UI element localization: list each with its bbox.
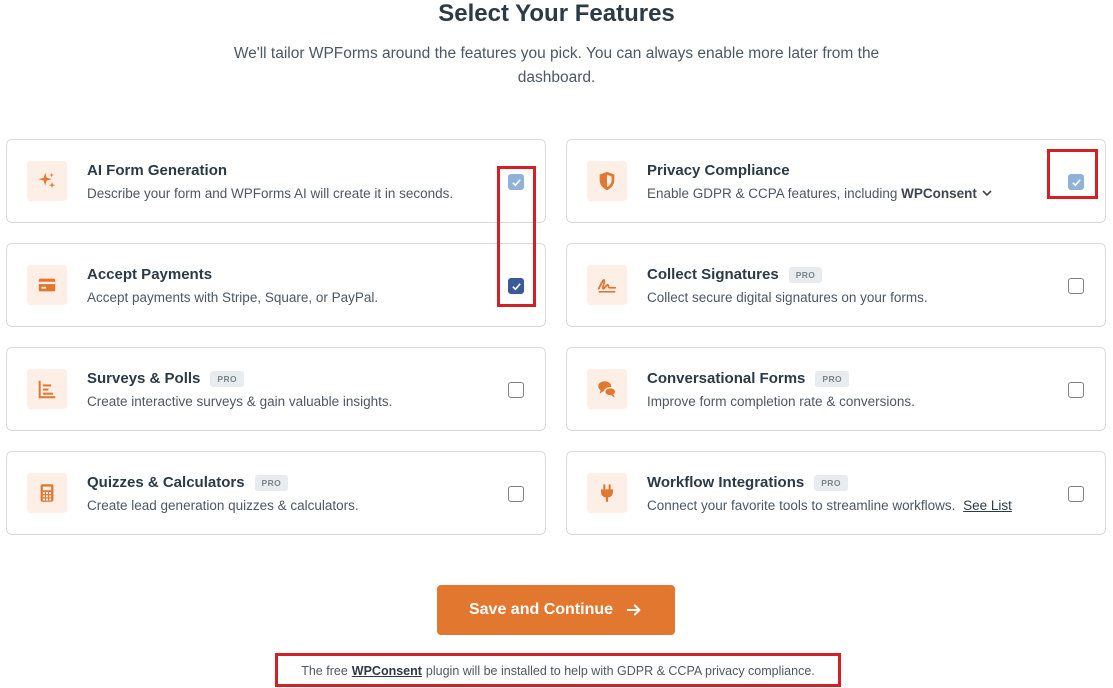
save-and-continue-button[interactable]: Save and Continue (437, 585, 675, 635)
feature-checkbox[interactable] (508, 278, 524, 294)
feature-description-text: Enable GDPR & CCPA features, including (647, 186, 898, 201)
feature-description: Collect secure digital signatures on you… (647, 290, 928, 305)
feature-description: Enable GDPR & CCPA features, including W… (647, 185, 993, 202)
feature-description: Create interactive surveys & gain valuab… (87, 394, 393, 409)
feature-title-text: Workflow Integrations (647, 474, 805, 491)
chat-icon (587, 369, 627, 409)
feature-description: Accept payments with Stripe, Square, or … (87, 290, 379, 305)
feature-checkbox[interactable] (1068, 278, 1084, 294)
check-icon (511, 282, 521, 290)
feature-title: AI Form Generation (87, 162, 228, 179)
feature-card-ai-form-generation[interactable]: AI Form Generation Describe your form an… (6, 139, 546, 223)
pro-badge: PRO (788, 267, 823, 283)
feature-card-quizzes-calculators[interactable]: Quizzes & Calculators PRO Create lead ge… (6, 451, 546, 535)
feature-title: Privacy Compliance (647, 162, 790, 179)
save-and-continue-label: Save and Continue (468, 601, 614, 618)
page-title: Select Your Features (438, 0, 675, 27)
feature-title-text: Collect Signatures (647, 266, 779, 283)
footnote-prefix: The free (301, 664, 348, 678)
feature-description: Describe your form and WPForms AI will c… (87, 186, 454, 201)
feature-card-workflow-integrations[interactable]: Workflow Integrations PRO Connect your f… (566, 451, 1106, 535)
arrow-right-icon (626, 604, 641, 616)
pro-badge: PRO (254, 475, 289, 491)
feature-card-surveys-polls[interactable]: Surveys & Polls PRO Create interactive s… (6, 347, 546, 431)
feature-title: Workflow Integrations PRO (647, 474, 848, 492)
feature-description: Connect your favorite tools to streamlin… (647, 497, 1012, 514)
calculator-icon (27, 473, 67, 513)
feature-card-collect-signatures[interactable]: Collect Signatures PRO Collect secure di… (566, 243, 1106, 327)
chart-icon (27, 369, 67, 409)
chevron-down-icon[interactable] (981, 187, 993, 199)
wpconsent-link[interactable]: WPConsent (352, 664, 422, 678)
feature-checkbox[interactable] (508, 486, 524, 502)
pro-badge: PRO (210, 371, 245, 387)
feature-card-accept-payments[interactable]: Accept Payments Accept payments with Str… (6, 243, 546, 327)
see-list-link[interactable]: See List (963, 498, 1012, 513)
footnote: The free WPConsent plugin will be instal… (277, 656, 839, 686)
feature-title: Collect Signatures PRO (647, 266, 823, 284)
signature-icon (587, 265, 627, 305)
feature-title: Conversational Forms PRO (647, 370, 849, 388)
credit-card-icon (27, 265, 67, 305)
feature-title-text: Quizzes & Calculators (87, 474, 245, 491)
page-subtitle: We'll tailor WPForms around the features… (233, 45, 880, 86)
feature-description: Create lead generation quizzes & calcula… (87, 498, 359, 513)
wpconsent-dropdown[interactable]: WPConsent (901, 186, 977, 201)
feature-checkbox[interactable] (508, 382, 524, 398)
feature-checkbox[interactable] (1068, 174, 1084, 190)
shield-icon (587, 161, 627, 201)
feature-title-text: Conversational Forms (647, 370, 806, 387)
plug-icon (587, 473, 627, 513)
feature-title: Accept Payments (87, 266, 213, 283)
feature-checkbox[interactable] (1068, 486, 1084, 502)
feature-description: Improve form completion rate & conversio… (647, 394, 915, 409)
check-icon (1071, 178, 1081, 186)
check-icon (511, 178, 521, 186)
feature-title-text: Surveys & Polls (87, 370, 201, 387)
pro-badge: PRO (815, 371, 849, 387)
feature-description-text: Connect your favorite tools to streamlin… (647, 498, 956, 513)
sparkle-icon (27, 161, 67, 201)
pro-badge: PRO (814, 475, 848, 491)
feature-card-conversational-forms[interactable]: Conversational Forms PRO Improve form co… (566, 347, 1106, 431)
feature-card-privacy-compliance[interactable]: Privacy Compliance Enable GDPR & CCPA fe… (566, 139, 1106, 223)
feature-title: Quizzes & Calculators PRO (87, 474, 289, 492)
footnote-suffix: plugin will be installed to help with GD… (425, 664, 815, 678)
feature-checkbox[interactable] (1068, 382, 1084, 398)
feature-checkbox[interactable] (508, 174, 524, 190)
feature-title: Surveys & Polls PRO (87, 370, 245, 388)
